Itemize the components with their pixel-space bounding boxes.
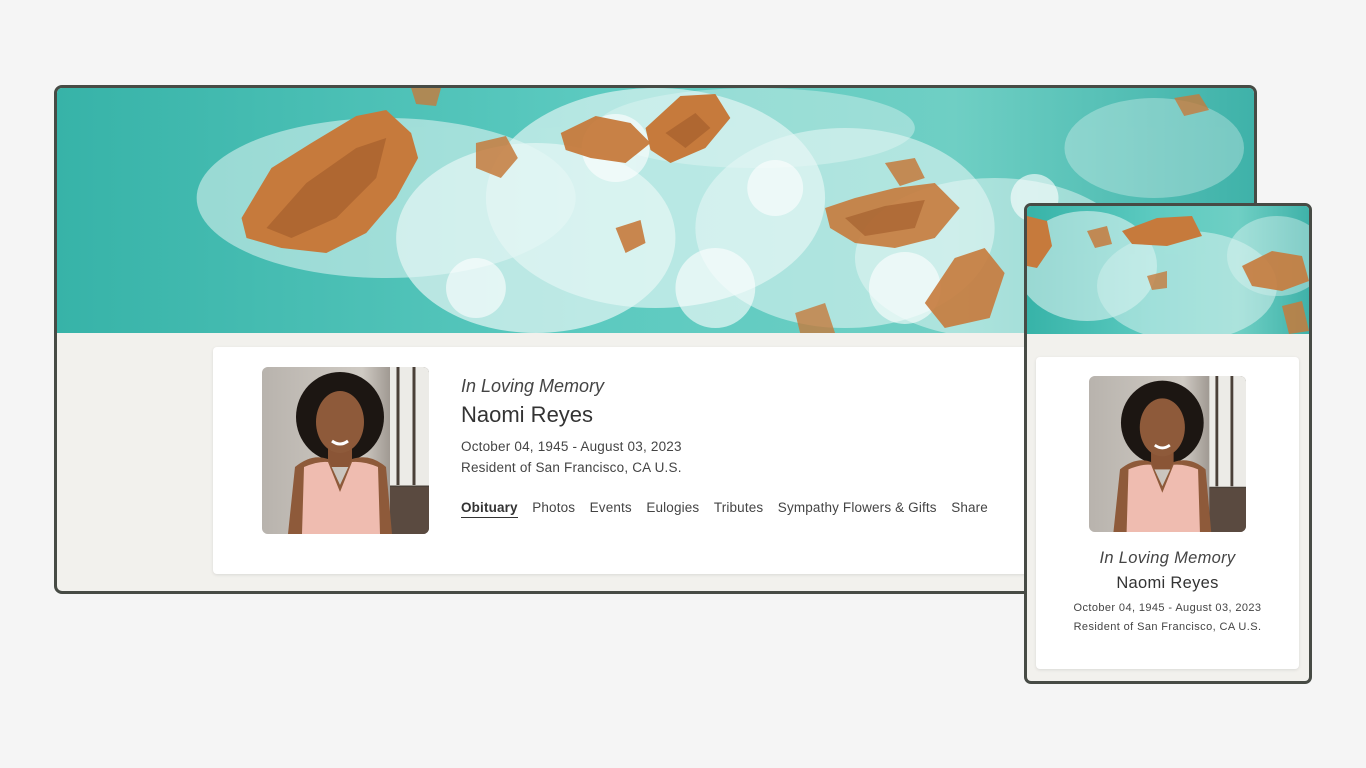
- mobile-mockup: In Loving Memory Naomi Reyes October 04,…: [1024, 203, 1312, 684]
- banner-image: [1027, 206, 1309, 334]
- life-dates: October 04, 1945 - August 03, 2023: [1073, 602, 1262, 614]
- tab-share[interactable]: Share: [951, 500, 988, 518]
- tab-eulogies[interactable]: Eulogies: [646, 500, 699, 518]
- memory-heading: In Loving Memory: [1099, 549, 1236, 567]
- residence: Resident of San Francisco, CA U.S.: [1073, 621, 1262, 633]
- tab-photos[interactable]: Photos: [532, 500, 575, 518]
- obituary-nav: Obituary Photos Events Eulogies Tributes…: [461, 500, 988, 518]
- deceased-name: Naomi Reyes: [1116, 574, 1219, 592]
- residence: Resident of San Francisco, CA U.S.: [461, 460, 682, 475]
- profile-info: In Loving Memory Naomi Reyes October 04,…: [1036, 548, 1299, 634]
- deceased-name: Naomi Reyes: [461, 402, 594, 427]
- tab-events[interactable]: Events: [590, 500, 632, 518]
- tab-tributes[interactable]: Tributes: [714, 500, 763, 518]
- portrait-photo: [1089, 376, 1246, 532]
- tab-obituary[interactable]: Obituary: [461, 500, 518, 518]
- memory-heading: In Loving Memory: [461, 376, 605, 396]
- portrait-photo: [262, 367, 429, 534]
- profile-card: In Loving Memory Naomi Reyes October 04,…: [213, 347, 1043, 574]
- tab-sympathy-flowers-gifts[interactable]: Sympathy Flowers & Gifts: [778, 500, 937, 518]
- profile-card: In Loving Memory Naomi Reyes October 04,…: [1036, 357, 1299, 669]
- profile-info: In Loving Memory Naomi Reyes October 04,…: [461, 375, 682, 477]
- life-dates: October 04, 1945 - August 03, 2023: [461, 439, 682, 454]
